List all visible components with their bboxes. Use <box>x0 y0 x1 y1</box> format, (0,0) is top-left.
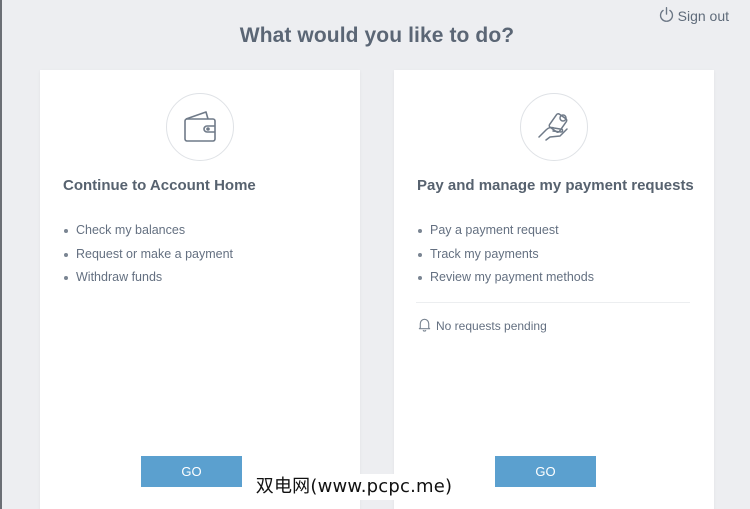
bell-icon <box>417 317 432 335</box>
power-icon <box>658 6 675 26</box>
pending-status: No requests pending <box>417 317 547 335</box>
account-home-card: Continue to Account Home Check my balanc… <box>40 70 360 509</box>
hand-payment-icon <box>520 93 588 161</box>
divider <box>416 302 690 303</box>
go-payment-requests-button[interactable]: GO <box>495 456 596 487</box>
list-item: Review my payment methods <box>417 269 694 293</box>
list-item: Pay a payment request <box>417 222 694 246</box>
sign-out-label: Sign out <box>677 8 729 24</box>
go-account-home-button[interactable]: GO <box>141 456 242 487</box>
feature-list: Pay a payment request Track my payments … <box>417 222 694 293</box>
list-item: Withdraw funds <box>63 269 340 293</box>
list-item: Check my balances <box>63 222 340 246</box>
wallet-icon <box>166 93 234 161</box>
pending-text: No requests pending <box>436 319 547 333</box>
feature-list: Check my balances Request or make a paym… <box>63 222 340 293</box>
sign-out-button[interactable]: Sign out <box>658 6 729 26</box>
list-item: Track my payments <box>417 246 694 270</box>
window-edge <box>0 0 2 509</box>
card-title: Continue to Account Home <box>63 177 256 194</box>
list-item: Request or make a payment <box>63 246 340 270</box>
page-title: What would you like to do? <box>239 24 515 47</box>
card-title: Pay and manage my payment requests <box>417 177 694 194</box>
payment-requests-card: Pay and manage my payment requests Pay a… <box>394 70 714 509</box>
watermark: 双电网(www.pcpc.me) <box>248 474 460 500</box>
